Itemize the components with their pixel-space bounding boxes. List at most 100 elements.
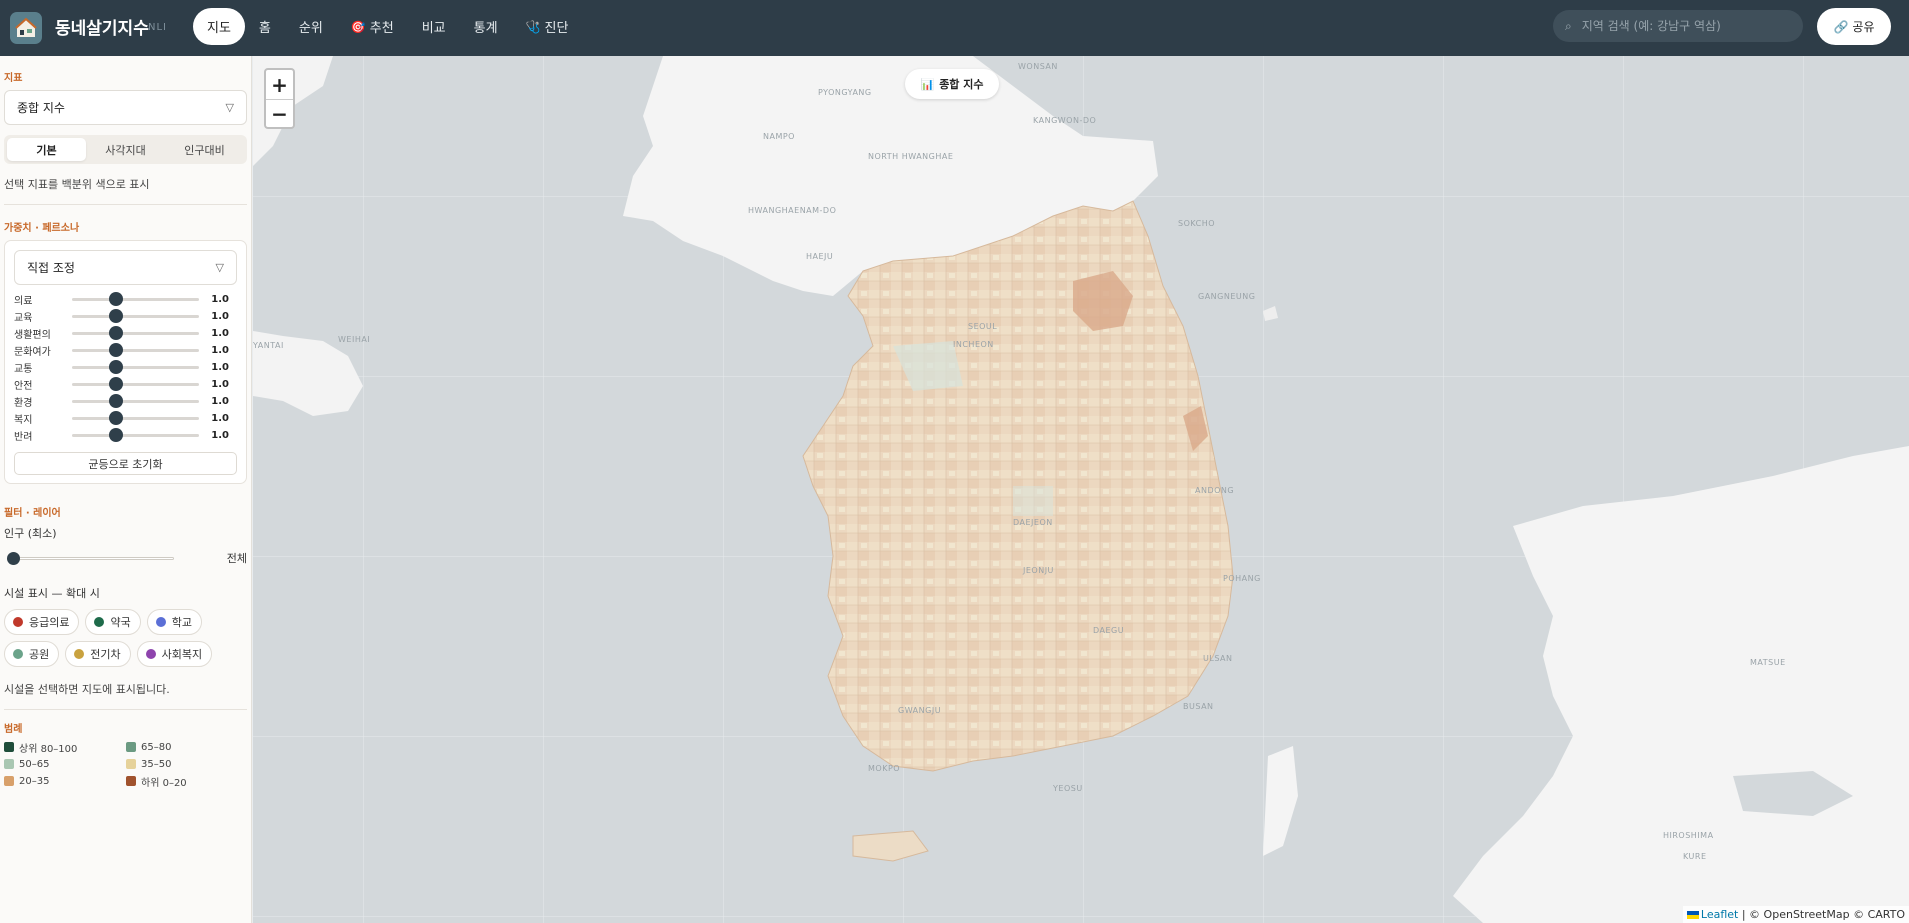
weight-slider-handle[interactable] bbox=[109, 377, 124, 391]
map-place-label: HIROSHIMA bbox=[1663, 831, 1714, 840]
legend-item: 35–50 bbox=[126, 758, 246, 770]
facility-chip[interactable]: 약국 bbox=[85, 609, 141, 635]
map-place-label: NORTH HWANGHAE bbox=[868, 152, 954, 161]
weight-slider[interactable] bbox=[72, 309, 199, 323]
nav-tab-label: 비교 bbox=[421, 21, 446, 36]
map-attribution: Leaflet | © OpenStreetMap © CARTO bbox=[1682, 906, 1909, 923]
weight-label: 문화여가 bbox=[14, 347, 51, 358]
nav-tab[interactable]: 🎯 추천 bbox=[337, 8, 408, 45]
map-place-label: DAEGU bbox=[1093, 626, 1125, 635]
weight-slider-handle[interactable] bbox=[109, 411, 124, 425]
weight-sliders: 의료 1.0 교육 1.0 생활편의 1.0 문화여가 1.0 교통 1.0 안전 1.0 환경 1.0 복… bbox=[14, 291, 237, 444]
metric-mode-tab[interactable]: 사각지대 bbox=[86, 138, 165, 161]
weight-slider-handle[interactable] bbox=[109, 292, 124, 306]
weights-card: 직접 조정 ▽ 의료 1.0 교육 1.0 생활편의 1.0 문화여가 1.0 교통 1.0 안전 1… bbox=[4, 240, 247, 484]
weight-slider[interactable] bbox=[72, 343, 199, 357]
population-filter: 전체 bbox=[4, 551, 247, 565]
weight-row: 문화여가 1.0 bbox=[14, 342, 237, 359]
zoom-out-button[interactable]: − bbox=[266, 99, 293, 128]
weights-section-title: 가중치 · 페르소나 bbox=[4, 223, 80, 234]
population-label: 인구 (최소) bbox=[4, 527, 57, 540]
weight-slider-handle[interactable] bbox=[109, 394, 124, 408]
map-place-label: BUSAN bbox=[1183, 702, 1214, 711]
weight-slider[interactable] bbox=[72, 394, 199, 408]
search-input[interactable] bbox=[1581, 19, 1782, 33]
facility-chip-label: 공원 bbox=[29, 648, 50, 661]
share-button[interactable]: 🔗 공유 bbox=[1817, 8, 1891, 45]
sidebar: 지표 종합 지수 ▽ 기본 사각지대 인구대비 선택 지표를 백분위 색으로 표시 … bbox=[0, 56, 252, 923]
facility-chip[interactable]: 학교 bbox=[146, 609, 202, 635]
nav-tab[interactable]: 홈 bbox=[245, 8, 285, 45]
search-box[interactable]: ⌕ bbox=[1553, 10, 1803, 42]
current-metric-label: 종합 지수 bbox=[939, 78, 984, 91]
map-view[interactable]: PYONGYANG WONSAN KANGWON-DO NAMPO NORTH HWAN… bbox=[253, 56, 1909, 923]
weight-label: 교통 bbox=[14, 364, 33, 375]
metric-mode-tab[interactable]: 기본 bbox=[7, 138, 86, 161]
weight-row: 환경 1.0 bbox=[14, 393, 237, 410]
weight-slider[interactable] bbox=[72, 326, 199, 340]
facility-dot-icon bbox=[94, 617, 105, 627]
legend-label: 35–50 bbox=[141, 758, 172, 770]
metric-select[interactable]: 종합 지수 ▽ bbox=[4, 90, 247, 125]
reset-weights-button[interactable]: 균등으로 초기화 bbox=[14, 452, 237, 475]
map-place-label: HWANGHAENAM-DO bbox=[748, 206, 837, 215]
map-place-label: GANGNEUNG bbox=[1198, 292, 1256, 301]
population-slider-handle[interactable] bbox=[7, 551, 20, 565]
weight-slider-handle[interactable] bbox=[109, 360, 124, 374]
weight-value: 1.0 bbox=[211, 362, 229, 373]
app-title: 동네살기지수 bbox=[55, 19, 149, 39]
nav-tab-label: 지도 bbox=[207, 21, 231, 36]
facility-chip[interactable]: 전기차 bbox=[65, 641, 131, 667]
metric-section-title: 지표 bbox=[4, 73, 23, 84]
nav-tab[interactable]: 순위 bbox=[285, 8, 337, 45]
legend-swatch bbox=[4, 742, 14, 752]
map-place-label: INCHEON bbox=[953, 340, 994, 349]
population-slider[interactable] bbox=[7, 551, 174, 565]
nav-tab[interactable]: 통계 bbox=[460, 8, 512, 45]
metric-mode-tab[interactable]: 인구대비 bbox=[165, 138, 244, 161]
divider bbox=[4, 204, 247, 205]
weight-value: 1.0 bbox=[211, 311, 229, 322]
facility-label: 시설 표시 — 확대 시 bbox=[4, 587, 100, 600]
weight-slider[interactable] bbox=[72, 292, 199, 306]
weight-slider-handle[interactable] bbox=[109, 343, 124, 357]
legend-label: 20–35 bbox=[19, 775, 50, 787]
weight-slider[interactable] bbox=[72, 411, 199, 425]
facility-chip[interactable]: 공원 bbox=[4, 641, 60, 667]
chevron-down-icon: ▽ bbox=[225, 101, 234, 114]
legend-item: 50–65 bbox=[4, 758, 126, 770]
map-place-label: NAMPO bbox=[763, 132, 795, 141]
weight-slider-handle[interactable] bbox=[109, 326, 124, 340]
nav-tab[interactable]: 비교 bbox=[408, 8, 460, 45]
weight-slider[interactable] bbox=[72, 428, 199, 442]
weight-slider-handle[interactable] bbox=[109, 309, 124, 323]
nav-tab[interactable]: 🩺 진단 bbox=[512, 8, 583, 45]
current-metric-pill[interactable]: 📊 종합 지수 bbox=[905, 69, 999, 99]
weight-label: 의료 bbox=[14, 296, 33, 307]
weight-slider-handle[interactable] bbox=[109, 428, 124, 442]
weight-slider[interactable] bbox=[72, 360, 199, 374]
weight-slider[interactable] bbox=[72, 377, 199, 391]
facility-chip[interactable]: 사회복지 bbox=[136, 641, 213, 667]
leaflet-link[interactable]: Leaflet bbox=[1701, 908, 1738, 921]
legend-label: 50–65 bbox=[19, 758, 50, 770]
persona-select[interactable]: 직접 조정 ▽ bbox=[14, 250, 237, 285]
weight-value: 1.0 bbox=[211, 379, 229, 390]
nav-tab[interactable]: 지도 bbox=[193, 8, 245, 45]
stethoscope-icon: 🩺 bbox=[525, 19, 541, 34]
app-logo-icon[interactable] bbox=[10, 12, 42, 44]
persona-select-value: 직접 조정 bbox=[27, 261, 75, 275]
nav-tab-label: 통계 bbox=[473, 21, 498, 36]
nav-tab-label: 추천 bbox=[369, 21, 394, 36]
legend-swatch bbox=[126, 742, 136, 752]
map-place-label: SEOUL bbox=[968, 322, 998, 331]
facility-chip[interactable]: 응급의료 bbox=[4, 609, 80, 635]
main-nav: 지도 홈 순위 🎯 추천 비교 통계 🩺 진단 bbox=[193, 8, 582, 45]
zoom-control: + − bbox=[264, 68, 295, 129]
weight-label: 생활편의 bbox=[14, 330, 51, 341]
population-value: 전체 bbox=[226, 552, 247, 565]
map-place-label: DAEJEON bbox=[1013, 518, 1053, 527]
zoom-in-button[interactable]: + bbox=[266, 70, 293, 99]
search-icon: ⌕ bbox=[1565, 18, 1572, 33]
weight-value: 1.0 bbox=[211, 413, 229, 424]
